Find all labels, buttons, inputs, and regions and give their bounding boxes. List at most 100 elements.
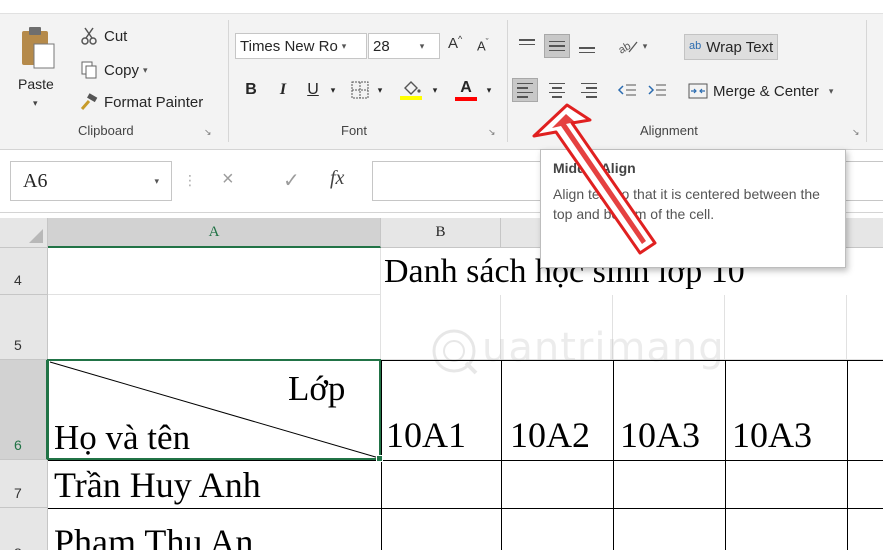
decrease-indent-button[interactable]: [614, 78, 640, 102]
copy-label: Copy: [104, 61, 140, 79]
copy-button[interactable]: Copy ▾: [78, 58, 148, 82]
student-name-2: Phạm Thu An: [54, 522, 254, 550]
chevron-down-icon[interactable]: ▾: [326, 77, 340, 103]
chevron-down-icon[interactable]: ▾: [428, 77, 442, 103]
tooltip-title: Middle Align: [553, 160, 636, 176]
borders-icon: [351, 81, 369, 99]
align-center-button[interactable]: [544, 78, 570, 102]
cell-a4[interactable]: [48, 248, 381, 295]
select-all-button[interactable]: [0, 218, 48, 248]
chevron-down-icon[interactable]: ▾: [33, 98, 38, 109]
orientation-icon: ab: [617, 40, 638, 55]
fill-color-swatch: [400, 96, 422, 100]
wrap-text-label: Wrap Text: [706, 38, 774, 56]
font-name-value: Times New Ro: [240, 37, 338, 55]
increase-indent-button[interactable]: [644, 78, 670, 102]
bold-button[interactable]: B: [240, 77, 262, 103]
paintbrush-icon: [78, 92, 100, 112]
bottom-align-button[interactable]: [574, 34, 600, 58]
cut-button[interactable]: Cut: [78, 24, 127, 48]
borders-button[interactable]: [348, 77, 372, 103]
chevron-down-icon[interactable]: ▾: [143, 65, 148, 76]
bold-icon: B: [245, 81, 257, 98]
select-all-icon: [29, 229, 43, 243]
middle-align-button[interactable]: [544, 34, 570, 58]
fill-color-button[interactable]: [394, 77, 428, 103]
align-right-button[interactable]: [576, 78, 602, 102]
decrease-indent-icon: [617, 84, 636, 96]
dialog-launcher-icon[interactable]: ↘: [488, 127, 498, 137]
watermark-text: uantrimang: [482, 325, 725, 371]
row-header-6[interactable]: 6: [0, 360, 48, 460]
align-center-icon: [549, 82, 565, 98]
merge-center-label: Merge & Center: [713, 82, 819, 100]
chevron-down-icon[interactable]: ▾: [482, 77, 496, 103]
dialog-launcher-icon[interactable]: ↘: [852, 127, 862, 137]
insert-function-button[interactable]: fx: [330, 167, 344, 190]
cancel-icon[interactable]: ×: [222, 168, 234, 191]
table-border: [501, 360, 502, 550]
alignment-group-label: Alignment: [640, 123, 698, 138]
merge-center-button[interactable]: Merge & Center ▾: [684, 78, 837, 104]
wrap-text-icon: ab: [689, 40, 702, 53]
chevron-down-icon[interactable]: ▾: [643, 41, 648, 52]
ribbon: Paste ▾ Cut Copy ▾ Format Painter Clipbo…: [0, 0, 883, 150]
tooltip-body: Align text so that it is centered betwee…: [553, 186, 820, 222]
align-left-icon: [517, 82, 533, 98]
chevron-down-icon[interactable]: ▾: [154, 176, 159, 187]
format-painter-button[interactable]: Format Painter: [78, 90, 203, 114]
table-border: [613, 360, 614, 550]
underline-button[interactable]: U: [302, 77, 324, 103]
student-name-1: Trần Huy Anh: [54, 465, 261, 505]
dialog-launcher-icon[interactable]: ↘: [204, 127, 214, 137]
name-box-value: A6: [23, 169, 48, 192]
shrink-font-icon: A: [477, 38, 486, 54]
row-header-4[interactable]: 4: [0, 248, 48, 295]
paint-bucket-icon: [404, 81, 421, 95]
cut-label: Cut: [104, 27, 128, 45]
row-header-8[interactable]: 8: [0, 508, 48, 550]
enter-icon[interactable]: ✓: [283, 168, 300, 193]
table-border: [48, 460, 883, 461]
class-label-2: 10A2: [510, 415, 590, 455]
clipboard-group-label: Clipboard: [78, 123, 134, 138]
table-border: [725, 360, 726, 550]
table-border: [48, 508, 883, 509]
align-left-button[interactable]: [512, 78, 538, 102]
paste-button[interactable]: Paste ▾: [12, 22, 64, 122]
group-divider: [507, 20, 508, 142]
paste-icon: [22, 27, 55, 69]
fill-handle[interactable]: [376, 455, 383, 462]
svg-text:ab: ab: [617, 40, 633, 55]
class-label-3: 10A3: [620, 415, 700, 455]
font-size-select[interactable]: 28 ▾: [368, 33, 440, 59]
cell-f4[interactable]: [847, 248, 883, 360]
chevron-down-icon[interactable]: ▾: [373, 77, 387, 103]
font-size-value: 28: [373, 37, 390, 55]
font-name-select[interactable]: Times New Ro ▾: [235, 33, 367, 59]
column-header-a[interactable]: A: [48, 218, 381, 248]
orientation-button[interactable]: ab ▾: [612, 34, 652, 58]
watermark: uantrimang: [430, 323, 780, 383]
grow-font-button[interactable]: A^: [448, 34, 462, 52]
chevron-down-icon[interactable]: ▾: [420, 41, 425, 52]
column-header-b[interactable]: B: [381, 218, 501, 248]
italic-button[interactable]: I: [272, 77, 294, 103]
watermark-logo-icon: [432, 329, 478, 375]
class-label-4: 10A3: [732, 415, 812, 455]
name-box[interactable]: A6 ▾: [10, 161, 172, 201]
font-color-button[interactable]: A: [452, 77, 480, 103]
row-header-5[interactable]: 5: [0, 295, 48, 360]
font-color-swatch: [455, 96, 477, 101]
wrap-text-button[interactable]: ab Wrap Text: [684, 34, 779, 60]
font-color-icon: A: [460, 78, 472, 96]
drag-handle-icon[interactable]: ⋮: [183, 172, 197, 189]
chevron-down-icon[interactable]: ▾: [829, 86, 834, 97]
increase-indent-icon: [648, 84, 666, 96]
shrink-font-button[interactable]: Aˇ: [477, 37, 489, 53]
chevron-down-icon[interactable]: ▾: [342, 41, 347, 52]
top-align-button[interactable]: [514, 34, 540, 58]
cell-a5[interactable]: [48, 295, 381, 360]
row-header-7[interactable]: 7: [0, 460, 48, 508]
italic-icon: I: [279, 81, 287, 98]
